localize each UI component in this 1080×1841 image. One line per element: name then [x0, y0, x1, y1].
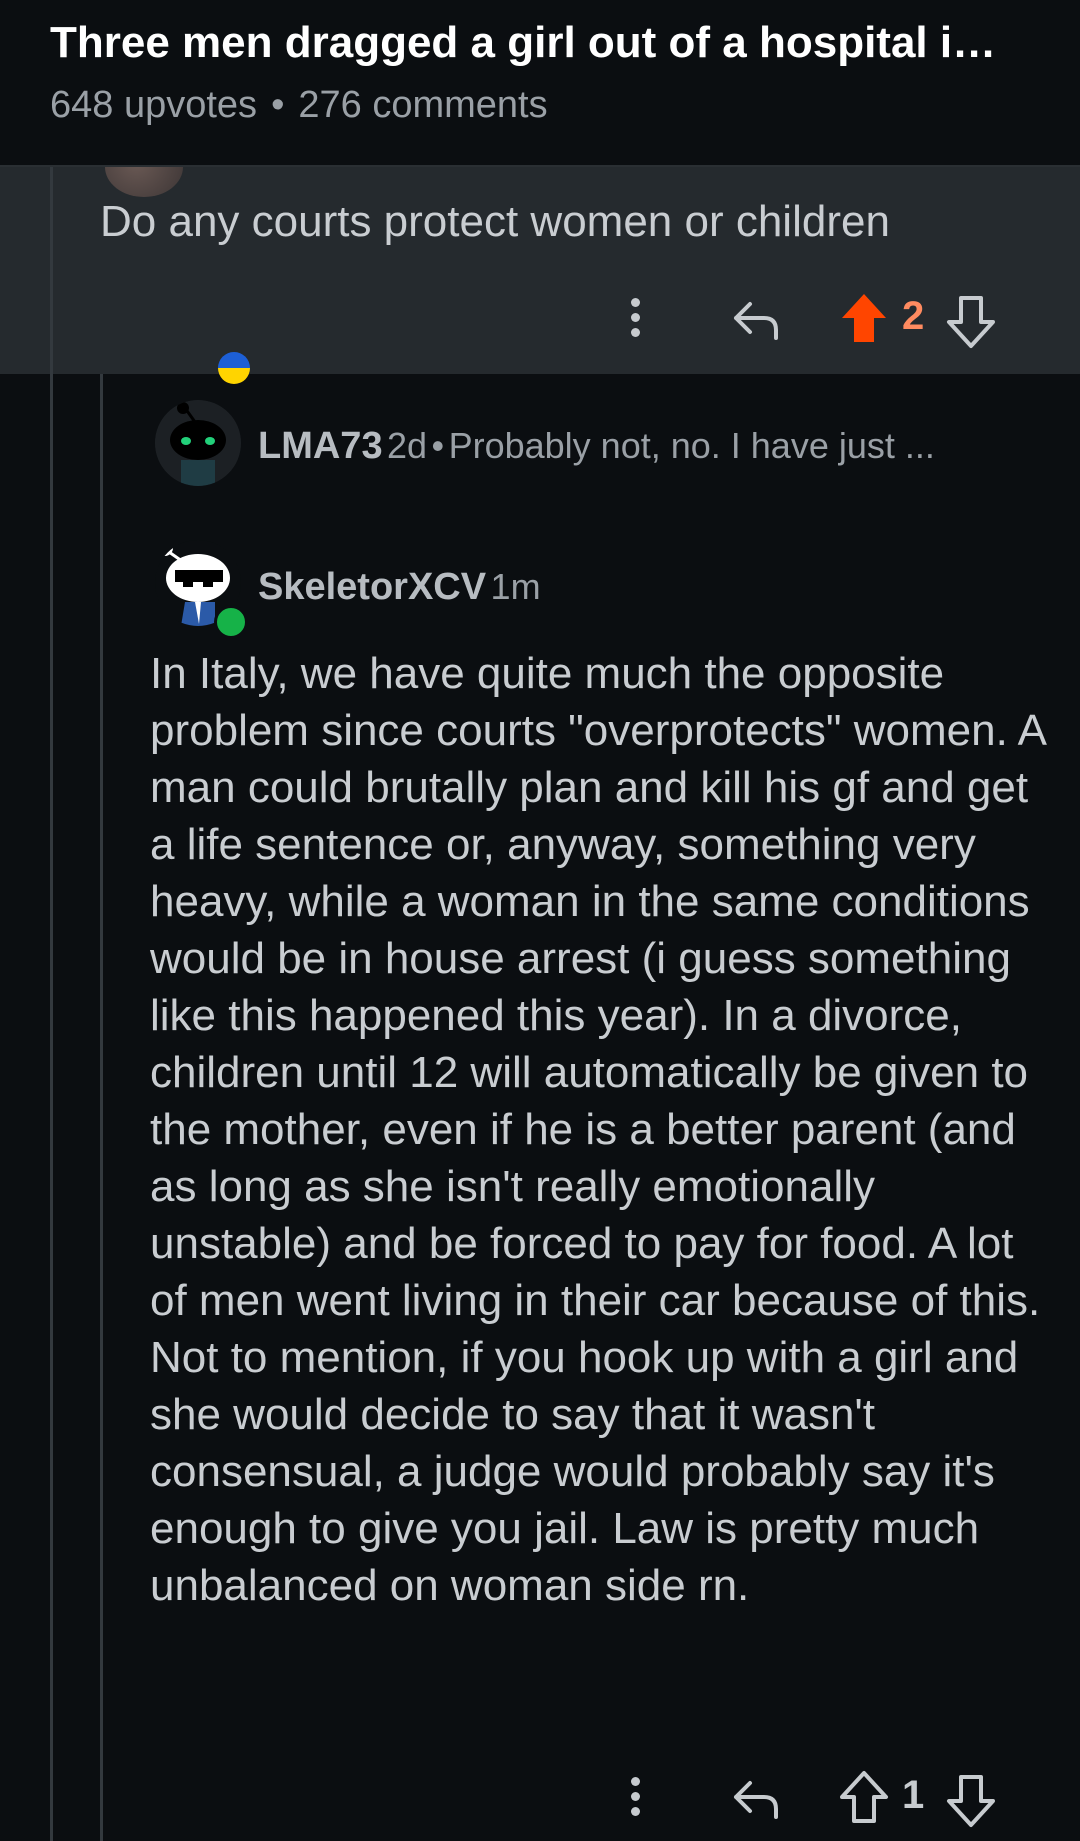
upvote-arrow-icon[interactable]	[838, 290, 890, 346]
more-options-button[interactable]	[620, 292, 650, 352]
more-vertical-icon	[630, 1777, 640, 1786]
more-vertical-icon-dot	[630, 1792, 640, 1801]
comment-action-bar: 1	[0, 1761, 1080, 1841]
reply-header: SkeletorXCV 1m	[258, 566, 541, 609]
thread-line[interactable]	[100, 374, 103, 1841]
score: 2	[902, 294, 925, 338]
avatar[interactable]	[155, 400, 241, 486]
more-options-button[interactable]	[620, 1771, 650, 1831]
more-vertical-icon-dot	[630, 313, 640, 322]
thread-line[interactable]	[50, 374, 53, 1841]
post-header[interactable]: Three men dragged a girl out of a hospit…	[0, 0, 1080, 167]
more-vertical-icon-dot	[630, 328, 640, 337]
more-vertical-icon	[630, 298, 640, 307]
stats-separator: •	[271, 84, 285, 126]
meta-separator: •	[431, 425, 445, 466]
comment-action-bar: 2	[0, 282, 1080, 362]
downvote-arrow-icon[interactable]	[945, 1773, 997, 1829]
more-vertical-icon-dot	[630, 1807, 640, 1816]
comment-text: In Italy, we have quite much the opposit…	[150, 649, 1045, 1610]
comment-count: 276 comments	[298, 84, 548, 126]
upvote-count: 648 upvotes	[50, 84, 258, 126]
snoo-avatar-icon	[155, 400, 241, 486]
username[interactable]: SkeletorXCV	[258, 566, 486, 608]
reply-arrow-icon[interactable]	[730, 294, 782, 346]
score: 1	[902, 1773, 925, 1817]
online-status-icon	[214, 605, 248, 639]
reply-arrow-icon[interactable]	[730, 1773, 782, 1825]
ukraine-flag-icon	[218, 352, 250, 384]
comment-preview: Probably not, no. I have just ...	[448, 425, 935, 466]
downvote-arrow-icon[interactable]	[945, 294, 997, 350]
post-stats: 648 upvotes • 276 comments	[50, 84, 548, 127]
comment-age: 1m	[490, 566, 541, 607]
post-title[interactable]: Three men dragged a girl out of a hospit…	[50, 18, 1040, 68]
comment-text: Do any courts protect women or children	[100, 197, 890, 246]
username[interactable]: LMA73	[258, 425, 383, 467]
comment-age: 2d	[387, 425, 428, 466]
parent-comment: Do any courts protect women or children …	[0, 137, 1080, 374]
collapsed-comment[interactable]: LMA73 2d • Probably not, no. I have just…	[258, 425, 1048, 468]
upvote-arrow-icon[interactable]	[838, 1769, 890, 1825]
